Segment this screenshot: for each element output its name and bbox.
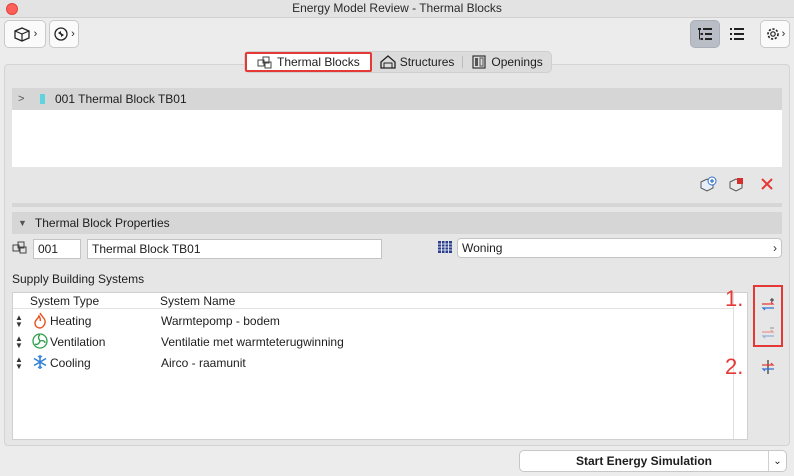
column-header-name[interactable]: System Name — [160, 294, 235, 308]
close-window-button[interactable] — [6, 3, 18, 15]
tab-thermal-blocks[interactable]: Thermal Blocks — [245, 52, 372, 72]
block-color-swatch — [40, 94, 45, 104]
list-view-icon — [730, 28, 744, 40]
thermal-blocks-icon — [12, 241, 27, 254]
supply-systems-label: Supply Building Systems — [12, 272, 145, 286]
table-header: System Type System Name — [13, 293, 734, 309]
start-energy-simulation-button[interactable]: Start Energy Simulation ⌄ — [519, 450, 787, 472]
tab-label: Structures — [399, 55, 455, 69]
assign-block-button[interactable] — [726, 174, 748, 194]
properties-header[interactable]: ▼ Thermal Block Properties — [12, 212, 782, 234]
building-cube-icon — [14, 27, 30, 42]
tab-label: Thermal Blocks — [277, 55, 360, 69]
split-system-button[interactable] — [757, 357, 779, 377]
system-name: Warmtepomp - bodem — [161, 313, 280, 328]
thermal-blocks-icon — [257, 56, 272, 69]
remove-link-arrows-icon — [761, 327, 775, 339]
door-icon — [472, 55, 486, 69]
tree-view-button[interactable] — [690, 20, 720, 48]
tree-item-label: 001 Thermal Block TB01 — [55, 92, 187, 106]
system-type: Heating — [50, 313, 92, 328]
callout-two: 2. — [725, 354, 744, 379]
tab-structures[interactable]: Structures — [372, 52, 463, 72]
triangle-down-icon: ▼ — [18, 218, 27, 228]
app-window: Energy Model Review - Thermal Blocks › › — [0, 0, 794, 476]
flame-icon — [34, 312, 46, 329]
view-tabs: Thermal Blocks Structures Openings — [244, 51, 552, 73]
assign-block-icon — [729, 178, 743, 192]
model-menu-button[interactable]: › — [4, 20, 46, 48]
fan-icon — [32, 333, 48, 349]
title-bar: Energy Model Review - Thermal Blocks — [0, 0, 794, 18]
system-type: Cooling — [50, 355, 91, 370]
callout-one: 1. — [725, 286, 744, 311]
gear-icon — [766, 28, 779, 40]
list-view-button[interactable] — [723, 20, 751, 48]
sort-handle-icon[interactable]: ▲ ▼ — [15, 334, 23, 349]
delete-block-button[interactable] — [756, 174, 778, 194]
remove-system-button[interactable] — [757, 323, 779, 343]
block-id-field[interactable]: 001 — [33, 239, 81, 259]
chevron-right-icon: › — [33, 28, 38, 40]
supply-systems-table: System Type System Name ▲ ▼ Heating Warmt… — [12, 292, 748, 440]
add-block-button[interactable] — [697, 174, 719, 194]
table-row[interactable]: ▲ ▼ Heating Warmtepomp - bodem — [13, 310, 734, 331]
chevron-right-icon: › — [781, 28, 786, 40]
sort-handle-icon[interactable]: ▲ ▼ — [15, 355, 23, 370]
system-actions-highlight — [753, 285, 783, 347]
refresh-menu-button[interactable]: › — [49, 20, 79, 48]
window-title: Energy Model Review - Thermal Blocks — [292, 1, 502, 15]
add-system-button[interactable] — [757, 295, 779, 315]
column-header-type[interactable]: System Type — [30, 294, 99, 308]
function-select[interactable]: Woning › — [457, 238, 782, 258]
chevron-right-icon[interactable]: > — [18, 93, 34, 105]
delete-x-icon — [761, 178, 773, 190]
tree-item[interactable]: > 001 Thermal Block TB01 — [12, 88, 782, 110]
tab-openings[interactable]: Openings — [463, 52, 550, 72]
split-arrows-icon — [761, 360, 775, 374]
add-link-arrows-icon — [761, 298, 775, 311]
tree-view-icon — [698, 28, 712, 40]
grid-table-icon — [438, 241, 452, 253]
snowflake-icon — [33, 355, 47, 369]
table-row[interactable]: ▲ ▼ Ventilation Ventilatie met warmteteru… — [13, 331, 734, 352]
settings-button[interactable]: › — [760, 20, 790, 48]
block-name-field[interactable]: Thermal Block TB01 — [87, 239, 382, 259]
add-block-icon — [700, 176, 717, 192]
start-energy-simulation-label: Start Energy Simulation — [575, 454, 713, 468]
system-name: Ventilatie met warmteterugwinning — [161, 334, 344, 349]
table-row[interactable]: ▲ ▼ Cooling Airco - raamunit — [13, 352, 734, 373]
system-type: Ventilation — [50, 334, 106, 349]
properties-header-label: Thermal Block Properties — [34, 216, 170, 230]
function-select-value: Woning — [462, 241, 503, 255]
tab-label: Openings — [491, 55, 543, 69]
house-icon — [380, 55, 396, 69]
system-name: Airco - raamunit — [161, 355, 246, 370]
sort-handle-icon[interactable]: ▲ ▼ — [15, 313, 23, 328]
refresh-arrows-icon — [54, 27, 68, 41]
tree-list-area[interactable] — [12, 110, 782, 167]
chevron-right-icon: › — [71, 28, 75, 40]
chevron-right-icon: › — [773, 241, 777, 255]
chevron-down-icon[interactable]: ⌄ — [768, 451, 786, 471]
panel-divider — [12, 203, 782, 207]
